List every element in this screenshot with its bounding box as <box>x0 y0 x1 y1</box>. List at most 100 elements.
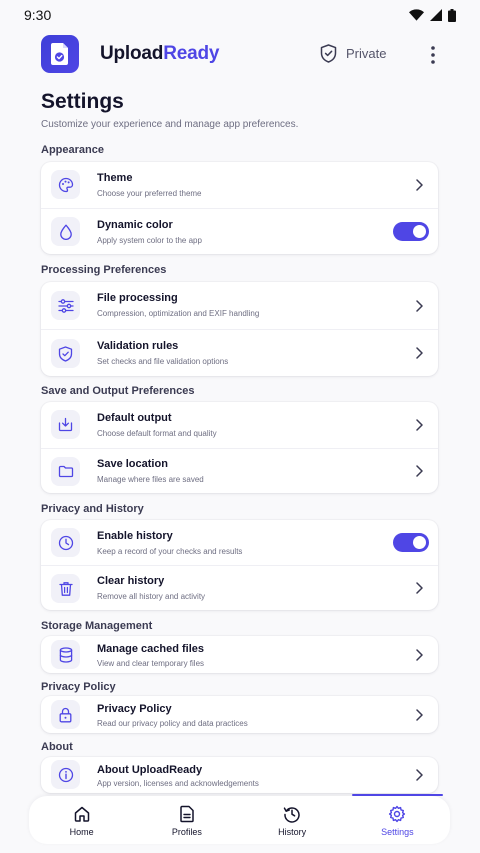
row-subtitle: Apply system color to the app <box>97 236 202 245</box>
row-subtitle: Read our privacy policy and data practic… <box>97 719 248 728</box>
nav-label-settings: Settings <box>381 827 414 837</box>
row-icon-validation-rules <box>51 339 80 368</box>
page-subtitle: Customize your experience and manage app… <box>41 119 299 130</box>
nav-label-home: Home <box>69 827 94 837</box>
gear-icon <box>389 805 406 823</box>
row-subtitle: Manage where files are saved <box>97 475 204 484</box>
sliders-icon <box>57 298 74 313</box>
processing-card: File processing Compression, optimizatio… <box>41 282 438 376</box>
row-title: Theme <box>97 172 133 184</box>
water-drop-icon <box>59 224 72 240</box>
settings-row-save-location[interactable]: Save location Manage where files are sav… <box>41 448 438 493</box>
enable-history-toggle[interactable] <box>393 533 429 552</box>
folder-icon <box>58 465 73 478</box>
chevron-right-icon <box>414 299 424 312</box>
database-icon <box>59 646 72 663</box>
more-vertical-icon <box>431 46 435 64</box>
settings-row-manage-cached-files[interactable]: Manage cached files View and clear tempo… <box>41 636 438 673</box>
settings-row-default-output[interactable]: Default output Choose default format and… <box>41 402 438 448</box>
nav-label-profiles: Profiles <box>171 827 202 837</box>
row-text: Clear history Remove all history and act… <box>97 575 205 601</box>
system-home-bar <box>0 848 480 853</box>
section-label-appearance: Appearance <box>41 144 104 156</box>
shield-check-icon <box>320 44 337 63</box>
row-text: Theme Choose your preferred theme <box>97 172 202 198</box>
chevron-right-icon <box>414 648 424 661</box>
nav-label-history: History <box>278 827 307 837</box>
row-title: About UploadReady <box>97 764 203 776</box>
row-title: Dynamic color <box>97 219 173 231</box>
settings-row-validation-rules[interactable]: Validation rules Set checks and file val… <box>41 329 438 376</box>
appearance-card: Theme Choose your preferred theme Dynami… <box>41 162 438 254</box>
settings-row-about[interactable]: About UploadReady App version, licenses … <box>41 757 438 793</box>
about-card: About UploadReady App version, licenses … <box>41 757 438 793</box>
privacy-policy-card: Privacy Policy Read our privacy policy a… <box>41 696 438 733</box>
settings-row-privacy-policy[interactable]: Privacy Policy Read our privacy policy a… <box>41 696 438 733</box>
wifi-icon <box>409 9 424 21</box>
more-menu-button[interactable] <box>425 44 441 66</box>
chevron-right-icon <box>414 769 424 781</box>
row-title: Enable history <box>97 530 173 542</box>
home-icon <box>74 806 89 822</box>
privacy-history-card: Enable history Keep a record of your che… <box>41 520 438 610</box>
nav-item-history[interactable]: History <box>240 796 345 844</box>
dynamic-color-toggle[interactable] <box>393 222 429 241</box>
storage-card: Manage cached files View and clear tempo… <box>41 636 438 673</box>
page-title: Settings <box>41 90 124 113</box>
app-name-part1: Upload <box>100 43 164 64</box>
row-text: Enable history Keep a record of your che… <box>97 530 242 556</box>
nav-item-profiles[interactable]: Profiles <box>134 796 239 844</box>
privacy-indicator[interactable]: Private <box>320 44 386 63</box>
row-text: Dynamic color Apply system color to the … <box>97 219 202 245</box>
privacy-label: Private <box>346 46 387 61</box>
row-icon-manage-cached-files <box>51 640 80 669</box>
row-title: Validation rules <box>97 340 179 352</box>
settings-row-clear-history[interactable]: Clear history Remove all history and act… <box>41 565 438 610</box>
row-title: Default output <box>97 412 172 424</box>
row-text: Save location Manage where files are sav… <box>97 458 204 484</box>
document-icon <box>180 805 194 823</box>
section-label-privacy-history: Privacy and History <box>41 503 144 515</box>
row-text: File processing Compression, optimizatio… <box>97 292 259 318</box>
settings-row-file-processing[interactable]: File processing Compression, optimizatio… <box>41 282 438 329</box>
settings-row-dynamic-color: Dynamic color Apply system color to the … <box>41 208 438 254</box>
row-title: File processing <box>97 292 178 304</box>
download-tray-icon <box>58 417 73 432</box>
row-text: Privacy Policy Read our privacy policy a… <box>97 703 248 728</box>
chevron-right-icon <box>414 708 424 721</box>
row-subtitle: App version, licenses and acknowledgemen… <box>97 779 259 788</box>
clock-icon <box>58 535 73 550</box>
row-subtitle: Set checks and file validation options <box>97 357 229 366</box>
section-label-about: About <box>41 741 73 753</box>
row-text: Validation rules Set checks and file val… <box>97 340 228 366</box>
chevron-right-icon <box>414 465 424 477</box>
chevron-right-icon <box>414 419 424 431</box>
save-output-card: Default output Choose default format and… <box>41 402 438 493</box>
nav-item-settings[interactable]: Settings <box>345 794 450 844</box>
section-label-storage: Storage Management <box>41 620 153 632</box>
settings-row-theme[interactable]: Theme Choose your preferred theme <box>41 162 438 208</box>
app-name-part2: Ready <box>163 43 220 64</box>
section-label-save-output: Save and Output Preferences <box>41 385 195 397</box>
nav-item-home[interactable]: Home <box>29 796 134 844</box>
row-icon-enable-history <box>51 528 80 557</box>
app-name: UploadReady <box>100 43 219 65</box>
row-text: About UploadReady App version, licenses … <box>97 764 259 788</box>
row-title: Privacy Policy <box>97 703 172 715</box>
section-label-processing: Processing Preferences <box>41 264 167 276</box>
chevron-right-icon <box>414 582 424 594</box>
signal-icon <box>430 9 442 21</box>
status-time: 9:30 <box>24 7 52 23</box>
row-subtitle: Keep a record of your checks and results <box>97 547 243 556</box>
row-icon-clear-history <box>51 574 80 603</box>
row-title: Clear history <box>97 575 165 587</box>
document-check-icon <box>51 43 68 65</box>
status-icons <box>409 8 456 22</box>
row-icon-about <box>51 760 80 789</box>
row-subtitle: Compression, optimization and EXIF handl… <box>97 309 260 318</box>
row-text: Default output Choose default format and… <box>97 412 217 438</box>
info-icon <box>58 767 73 782</box>
row-subtitle: Choose your preferred theme <box>97 189 202 198</box>
app-logo <box>41 35 79 73</box>
trash-icon <box>58 581 73 596</box>
